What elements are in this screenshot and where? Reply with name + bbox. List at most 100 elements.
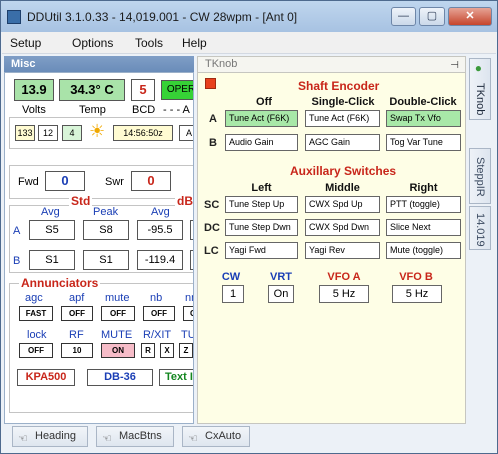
ann-mute2-label: MUTE bbox=[101, 329, 133, 341]
ann-nr-value[interactable]: OFF bbox=[183, 306, 193, 321]
ann-mute2-value[interactable]: ON bbox=[101, 343, 135, 358]
heading-tab-icon: ☜ bbox=[18, 433, 28, 445]
bcd-display: 5 bbox=[131, 79, 155, 101]
bottom-tab-macbtns[interactable]: ☜ MacBtns bbox=[96, 426, 174, 447]
dbm-label: dBr bbox=[175, 194, 193, 208]
std-label: Std bbox=[69, 194, 93, 208]
row-a-dbm: -95.5 bbox=[137, 220, 183, 240]
ann-r-value[interactable]: R bbox=[141, 343, 155, 358]
text-box[interactable]: Text I bbox=[159, 369, 193, 386]
aux-sc-right[interactable]: PTT (toggle) bbox=[386, 196, 461, 213]
aux-lc-middle[interactable]: Yagi Rev bbox=[305, 242, 380, 259]
vfo-b-field[interactable]: 5 Hz bbox=[392, 285, 442, 303]
bottom-tab-cxauto-label: CxAuto bbox=[205, 430, 242, 442]
ann-rf-value[interactable]: 10 bbox=[61, 343, 93, 358]
side-tab-tknob[interactable]: TKnob ● bbox=[469, 58, 491, 120]
ann-lock-label: lock bbox=[27, 329, 47, 341]
swr-label: Swr bbox=[105, 176, 124, 188]
bottom-tab-cxauto[interactable]: ☜ CxAuto bbox=[182, 426, 250, 447]
minimize-button[interactable]: — bbox=[391, 7, 416, 26]
tknob-panel-header: TKnob ⊣ bbox=[197, 56, 466, 72]
aux-col-middle: Middle bbox=[325, 182, 360, 194]
vfo-a-label: VFO A bbox=[327, 271, 361, 283]
shaft-a-single[interactable]: Tune Act (F6K) bbox=[305, 110, 380, 127]
ann-nb-label: nb bbox=[150, 292, 163, 304]
bottom-tab-heading[interactable]: ☜ Heading bbox=[12, 426, 88, 447]
bottom-tab-macbtns-label: MacBtns bbox=[119, 430, 162, 442]
aux-dc-left[interactable]: Tune Step Dwn bbox=[225, 219, 298, 236]
tknob-tab-icon: ● bbox=[472, 65, 486, 73]
col-peak: Peak bbox=[93, 206, 119, 218]
time-extra: A bbox=[179, 125, 193, 141]
port-box-3: 4 bbox=[62, 125, 82, 141]
shaft-a-off[interactable]: Tune Act (F6K) bbox=[225, 110, 298, 127]
row-b-peak: S1 bbox=[83, 250, 129, 270]
shaft-b-single[interactable]: AGC Gain bbox=[305, 134, 380, 151]
shaft-encoder-title: Shaft Encoder bbox=[298, 79, 380, 93]
shaft-row-a-label: A bbox=[209, 113, 217, 125]
db36-box[interactable]: DB-36 bbox=[87, 369, 153, 386]
vfo-a-field[interactable]: 5 Hz bbox=[319, 285, 369, 303]
sun-icon: ☀ bbox=[89, 121, 106, 141]
volts-label: Volts bbox=[22, 104, 46, 116]
pin-icon[interactable]: ⊣ bbox=[450, 58, 459, 73]
aux-col-right: Right bbox=[409, 182, 438, 194]
aux-row-dc-label: DC bbox=[204, 222, 220, 234]
shaft-b-double[interactable]: Tog Var Tune bbox=[386, 134, 461, 151]
aux-col-left: Left bbox=[251, 182, 272, 194]
ann-apf-value[interactable]: OFF bbox=[61, 306, 93, 321]
ann-agc-value[interactable]: FAST bbox=[19, 306, 53, 321]
kpa500-box[interactable]: KPA500 bbox=[17, 369, 75, 386]
aux-lc-left[interactable]: Yagi Fwd bbox=[225, 242, 298, 259]
ann-x-value[interactable]: X bbox=[160, 343, 174, 358]
status-square-icon bbox=[205, 78, 216, 89]
vrt-field[interactable]: On bbox=[268, 285, 294, 303]
ann-mute-value[interactable]: OFF bbox=[101, 306, 135, 321]
fwd-display: 0 bbox=[45, 171, 85, 191]
swr-display: 0 bbox=[131, 171, 171, 191]
ann-apf-label: apf bbox=[69, 292, 85, 304]
cw-label: CW bbox=[221, 271, 241, 283]
side-tab-steppir[interactable]: SteppIR bbox=[469, 148, 491, 204]
cw-field[interactable]: 1 bbox=[222, 285, 244, 303]
shaft-b-off[interactable]: Audio Gain bbox=[225, 134, 298, 151]
app-window: DDUtil 3.1.0.33 - 14,019.001 - CW 28wpm … bbox=[0, 0, 498, 454]
menu-help[interactable]: Help bbox=[182, 36, 207, 50]
ann-lock-value[interactable]: OFF bbox=[19, 343, 53, 358]
aux-row-lc-label: LC bbox=[204, 245, 219, 257]
port-box-1: 133 bbox=[15, 125, 35, 141]
port-box-2: 12 bbox=[38, 125, 58, 141]
menu-tools[interactable]: Tools bbox=[135, 36, 163, 50]
close-button[interactable]: ✕ bbox=[448, 7, 492, 26]
misc-panel-header: Misc bbox=[4, 56, 194, 72]
ann-tu-label: TU bbox=[181, 329, 193, 341]
aux-switches-title: Auxillary Switches bbox=[290, 164, 397, 178]
oper-button[interactable]: OPER bbox=[161, 80, 193, 100]
col-avg2: Avg bbox=[151, 206, 170, 218]
side-tab-frequency[interactable]: 14.019 bbox=[469, 206, 491, 250]
window-title: DDUtil 3.1.0.33 - 14,019.001 - CW 28wpm … bbox=[27, 10, 298, 24]
aux-row-sc-label: SC bbox=[204, 199, 220, 211]
ann-nb-value[interactable]: OFF bbox=[143, 306, 175, 321]
shaft-row-b-label: B bbox=[209, 137, 217, 149]
fwd-label: Fwd bbox=[18, 176, 39, 188]
row-b-extra bbox=[190, 250, 193, 270]
ann-agc-label: agc bbox=[25, 292, 43, 304]
title-bar: DDUtil 3.1.0.33 - 14,019.001 - CW 28wpm … bbox=[1, 1, 497, 32]
aux-dc-right[interactable]: Slice Next bbox=[386, 219, 461, 236]
menu-setup[interactable]: Setup bbox=[10, 36, 41, 50]
menu-bar: Setup Options Tools Help bbox=[2, 32, 496, 54]
app-icon bbox=[7, 10, 21, 24]
aux-lc-right[interactable]: Mute (toggle) bbox=[386, 242, 461, 259]
aux-sc-middle[interactable]: CWX Spd Up bbox=[305, 196, 380, 213]
ann-z-value[interactable]: Z bbox=[179, 343, 193, 358]
row-b-dbm: -119.4 bbox=[137, 250, 183, 270]
shaft-col-single: Single-Click bbox=[311, 96, 375, 108]
misc-panel: 13.9 34.3° C 5 OPER Volts Temp BCD - - -… bbox=[4, 72, 194, 424]
shaft-a-double[interactable]: Swap Tx Vfo bbox=[386, 110, 461, 127]
tknob-header-title: TKnob bbox=[205, 58, 238, 70]
maximize-button[interactable]: ▢ bbox=[419, 7, 445, 26]
menu-options[interactable]: Options bbox=[72, 36, 113, 50]
aux-dc-middle[interactable]: CWX Spd Dwn bbox=[305, 219, 380, 236]
aux-sc-left[interactable]: Tune Step Up bbox=[225, 196, 298, 213]
